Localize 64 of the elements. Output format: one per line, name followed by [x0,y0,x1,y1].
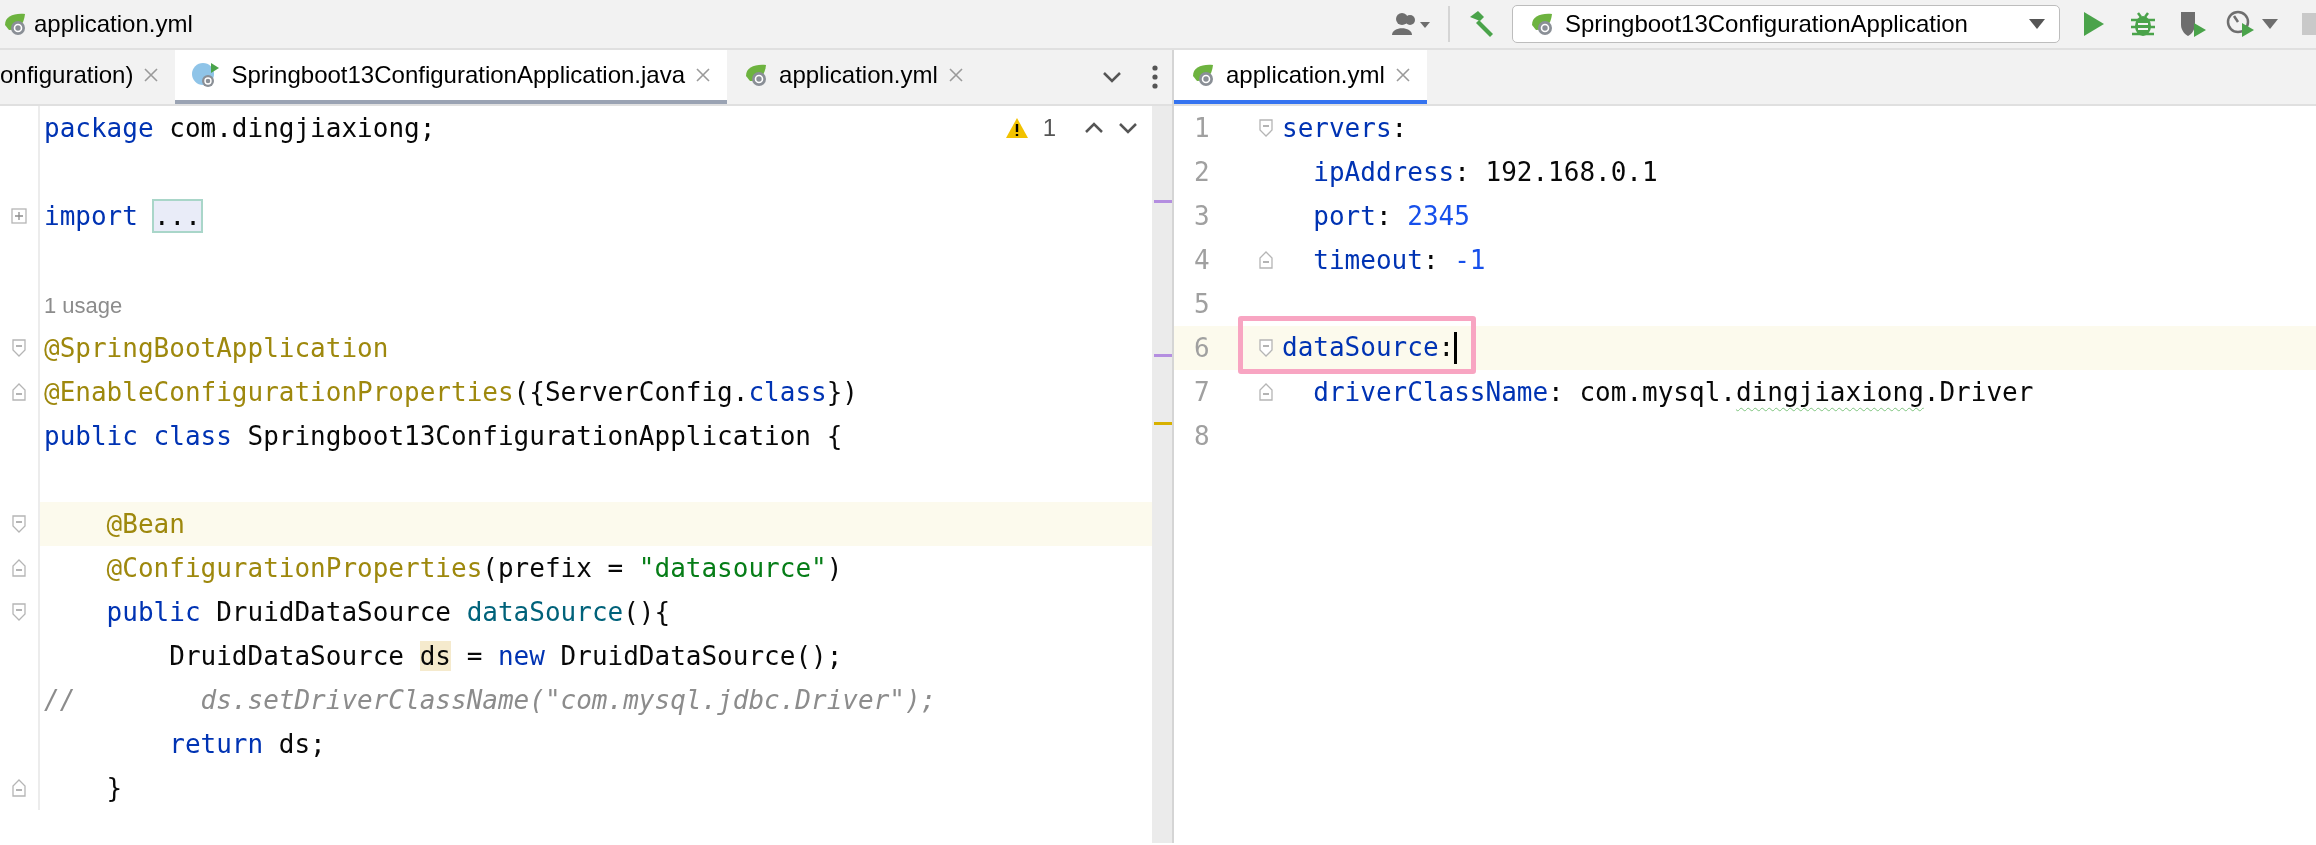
warning-count[interactable]: 1 [1042,114,1056,142]
expand-icon[interactable] [11,208,27,224]
code-line: port: 2345 [1312,201,1470,231]
code-line: timeout: -1 [1312,245,1486,275]
run-configuration-dropdown[interactable]: Springboot13ConfigurationApplication [1512,5,2060,43]
editor-tab[interactable]: application.yml [727,50,980,104]
more-icon[interactable] [1152,65,1158,89]
close-icon[interactable] [1394,67,1411,83]
code-line: servers: [1282,113,1408,143]
chevron-down-icon[interactable] [1102,71,1122,83]
close-icon[interactable] [695,67,712,83]
fold-icon[interactable] [1259,119,1273,137]
warning-icon[interactable] [1004,117,1029,139]
code-line: dataSource: [1282,331,1458,365]
fold-icon[interactable] [12,383,26,401]
caret-icon [2029,19,2045,29]
fold-icon[interactable] [12,559,26,577]
line-number: 7 [1193,377,1211,407]
close-icon[interactable] [143,67,160,83]
fold-icon[interactable] [1259,383,1273,401]
line-number: 3 [1193,201,1211,231]
code-line: package com.dingjiaxiong; [44,113,436,143]
usage-hint: 1 usage [44,292,123,319]
code-line: @Bean [105,509,185,539]
fold-icon[interactable] [12,779,26,797]
code-line: // ds.setDriverClassName("com.mysql.jdbc.Driver"); [44,685,937,715]
code-line: @EnableConfigurationProperties({ServerConfig.class}) [44,377,858,407]
fold-icon[interactable] [12,603,26,621]
line-number: 6 [1193,333,1211,363]
fold-icon[interactable] [12,339,26,357]
line-number: 4 [1193,245,1211,275]
code-line: @ConfigurationProperties(prefix = "datasource") [105,553,843,583]
yaml-file-icon [1190,62,1216,88]
stop-icon[interactable] [2302,11,2316,37]
coverage-icon[interactable] [2178,9,2208,39]
caret-icon[interactable] [2262,19,2278,29]
editor-tab[interactable]: Springboot13ConfigurationApplication.java [175,50,728,104]
line-number: 8 [1193,421,1211,451]
fold-icon[interactable] [1259,251,1273,269]
code-line: import ... [44,201,201,231]
code-line: @SpringBootApplication [44,333,389,363]
code-line: public DruidDataSource dataSource(){ [105,597,671,627]
window-title: application.yml [34,10,193,38]
editor-tab[interactable]: onfiguration) [0,50,176,104]
user-icon[interactable] [1392,11,1432,37]
code-line: } [105,773,123,803]
code-line: driverClassName: com.mysql.dingjiaxiong.Driver [1312,377,2034,407]
code-line: return ds; [168,729,326,759]
chevron-up-icon[interactable] [1084,122,1104,134]
fold-icon[interactable] [1259,339,1273,357]
chevron-down-icon[interactable] [1118,122,1138,134]
line-number: 5 [1193,289,1211,319]
close-icon[interactable] [947,67,964,83]
fold-icon[interactable] [12,515,26,533]
line-number: 2 [1193,157,1211,187]
editor-tab[interactable]: application.yml [1174,50,1427,104]
spring-leaf-icon [2,11,28,37]
debug-icon[interactable] [2130,10,2156,38]
code-line: DruidDataSource ds = new DruidDataSource(); [168,641,843,671]
spring-leaf-icon [1529,11,1555,37]
line-number: 1 [1193,113,1211,143]
profiler-icon[interactable] [2226,9,2256,39]
code-line: public class Springboot13ConfigurationApplication { [44,421,843,451]
code-line: ipAddress: 192.168.0.1 [1312,157,1658,187]
